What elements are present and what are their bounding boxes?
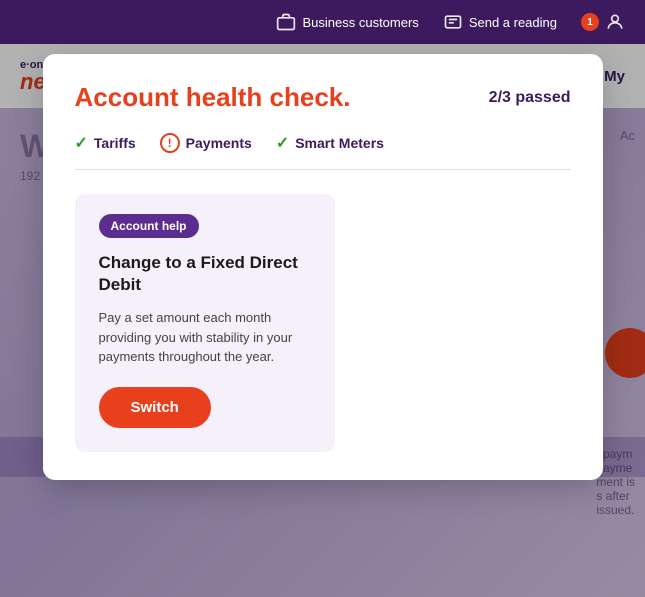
card-badge: Account help bbox=[99, 214, 199, 238]
business-customers-link[interactable]: Business customers bbox=[276, 12, 418, 32]
warning-icon: ! bbox=[160, 133, 180, 153]
top-bar: Business customers Send a reading 1 bbox=[0, 0, 645, 44]
check-tariffs-label: Tariffs bbox=[94, 135, 136, 151]
notification-area[interactable]: 1 bbox=[581, 12, 625, 32]
check-payments: ! Payments bbox=[160, 133, 252, 153]
passed-count: 2/3 passed bbox=[489, 89, 571, 107]
check-tariffs: ✓ Tariffs bbox=[75, 133, 136, 153]
card-title: Change to a Fixed Direct Debit bbox=[99, 252, 311, 296]
notification-badge: 1 bbox=[581, 13, 599, 31]
meter-icon bbox=[443, 12, 463, 32]
card-description: Pay a set amount each month providing yo… bbox=[99, 308, 311, 367]
switch-button[interactable]: Switch bbox=[99, 387, 211, 428]
checkmark-icon: ✓ bbox=[75, 133, 88, 153]
modal-title: Account health check. bbox=[75, 82, 351, 113]
check-smart-meters-label: Smart Meters bbox=[295, 135, 384, 151]
check-smart-meters: ✓ Smart Meters bbox=[276, 133, 384, 153]
modal-overlay: Account health check. 2/3 passed ✓ Tarif… bbox=[0, 44, 645, 597]
send-reading-link[interactable]: Send a reading bbox=[443, 12, 557, 32]
health-check-modal: Account health check. 2/3 passed ✓ Tarif… bbox=[43, 54, 603, 480]
account-help-card: Account help Change to a Fixed Direct De… bbox=[75, 194, 335, 452]
check-payments-label: Payments bbox=[186, 135, 252, 151]
modal-header: Account health check. 2/3 passed bbox=[75, 82, 571, 113]
checks-row: ✓ Tariffs ! Payments ✓ Smart Meters bbox=[75, 133, 571, 170]
checkmark-icon: ✓ bbox=[276, 133, 289, 153]
briefcase-icon bbox=[276, 12, 296, 32]
send-reading-label: Send a reading bbox=[469, 15, 557, 30]
account-icon bbox=[605, 12, 625, 32]
business-customers-label: Business customers bbox=[302, 15, 418, 30]
